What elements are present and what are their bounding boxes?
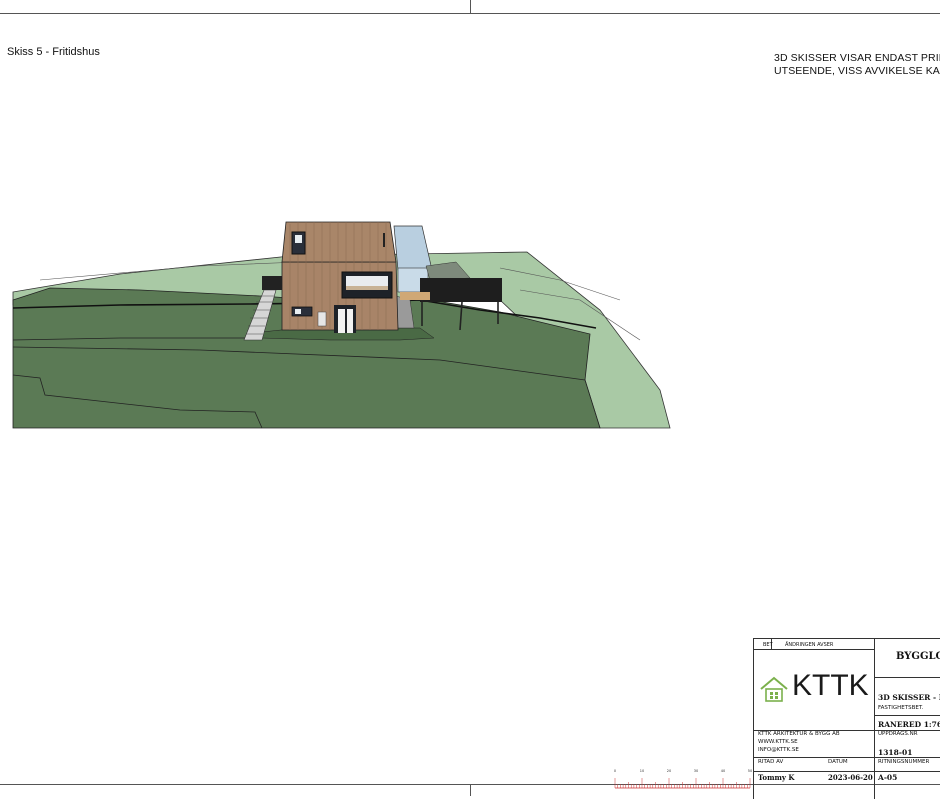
fastighet-value: RANERED 1:76, (878, 720, 940, 729)
ritning-label: RITNINGSNUMMER (878, 759, 930, 765)
sheet-title: Skiss 5 - Fritidshus (7, 46, 100, 58)
uppdrag-value: 1318-01 (878, 748, 913, 757)
frame-top-tick (470, 0, 471, 13)
datum-label: DATUM (828, 759, 848, 765)
company-email: INFO@KTTK.SE (758, 747, 799, 753)
fastighet-label: FASTIGHETSBET. (878, 705, 924, 711)
ritad-label: RITAD AV (758, 759, 784, 765)
datum-value: 2023-06-20 (828, 773, 873, 782)
disclaimer-note: 3D SKISSER VISAR ENDAST PRINC UTSEENDE, … (774, 52, 940, 78)
company-name: KTTK ARKITEKTUR & BYGG AB (758, 731, 840, 737)
house-3d-sketch (12, 221, 671, 429)
door-panel (347, 309, 353, 333)
deck-floor (400, 292, 430, 300)
company-web: WWW.KTTK.SE (758, 739, 798, 745)
kttk-logo-text: KTTK (792, 669, 869, 702)
uppdrag-label: UPPDRAGS.NR (878, 731, 918, 737)
note-line-2: UTSEENDE, VISS AVVIKELSE KAN (774, 65, 940, 77)
scale-label: 50 (748, 769, 752, 773)
ritad-value: Tommy K (758, 773, 795, 782)
frame-top-line (0, 13, 940, 14)
glass-annex (393, 225, 433, 271)
door-panel (338, 309, 345, 333)
frame-bottom-tick (470, 784, 471, 796)
scale-label: 10 (640, 769, 644, 773)
kttk-logo-icon (760, 676, 788, 702)
scale-label: 30 (694, 769, 698, 773)
scale-label: 40 (721, 769, 725, 773)
deck-railing (420, 278, 502, 302)
bet-label: BET (763, 642, 773, 648)
scale-label: 0 (614, 769, 616, 773)
window-slit (383, 233, 385, 247)
andring-label: ÄNDRINGEN AVSER (785, 642, 834, 648)
utility-box (317, 311, 327, 327)
note-line-1: 3D SKISSER VISAR ENDAST PRINC (774, 52, 940, 64)
ritning-value: A-05 (878, 773, 898, 782)
bygglov-header: BYGGLOV (896, 651, 940, 662)
upper-deck-left (262, 276, 282, 290)
title-block: BET ÄNDRINGEN AVSER BYGGLOV KTTK 3D SKIS… (753, 638, 940, 799)
scale-label: 20 (667, 769, 671, 773)
drawing-title: 3D SKISSER - Fr (878, 693, 940, 702)
scale-bar: 0 10 20 30 40 50 (614, 769, 752, 789)
